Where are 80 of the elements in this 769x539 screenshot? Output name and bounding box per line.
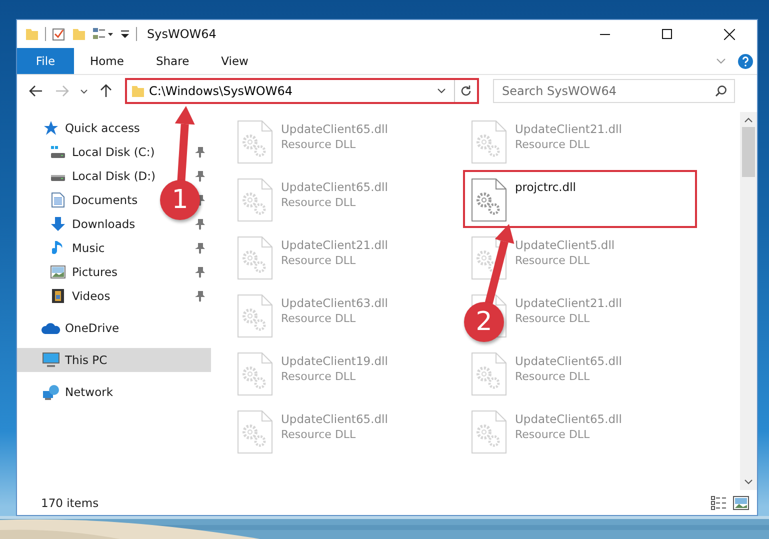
music-note-icon [52, 240, 64, 256]
nav-item[interactable]: Music [17, 236, 111, 260]
nav-item[interactable]: Network [17, 380, 120, 404]
dll-file-icon [237, 236, 273, 280]
large-icons-view-icon[interactable] [733, 496, 749, 510]
file-menu-tab[interactable]: File [17, 48, 74, 74]
scroll-thumb[interactable] [742, 127, 755, 177]
dll-file-icon [237, 352, 273, 396]
search-icon[interactable] [715, 85, 727, 97]
file-type: Resource DLL [281, 428, 357, 441]
nav-item[interactable]: Local Disk (C:) [17, 140, 161, 164]
film-icon [51, 288, 65, 304]
forward-arrow-icon [55, 85, 69, 97]
nav-item[interactable]: Pictures [17, 260, 124, 284]
pin-icon[interactable] [195, 266, 205, 278]
scroll-down-icon[interactable] [744, 479, 753, 485]
details-view-icon[interactable] [711, 496, 727, 510]
dll-file-icon [471, 178, 507, 222]
computer-icon [42, 352, 60, 368]
dll-file-icon [237, 410, 273, 454]
ribbon-tab[interactable]: Home [74, 48, 140, 74]
file-name[interactable]: projctrc.dll [515, 180, 576, 194]
minimize-icon [600, 33, 610, 35]
dll-file-icon [237, 178, 273, 222]
scrollbar[interactable] [740, 112, 757, 490]
file-type: Resource DLL [515, 312, 591, 325]
nav-item[interactable]: Downloads [17, 212, 142, 236]
search-field[interactable]: Search SysWOW64 [493, 79, 735, 103]
pin-icon[interactable] [195, 170, 205, 182]
nav-item[interactable]: Quick access [17, 116, 146, 140]
dll-file-icon [237, 120, 273, 164]
file-type: Resource DLL [281, 196, 357, 209]
window-title: SysWOW64 [147, 27, 218, 41]
drive-icon [50, 145, 66, 159]
nav-item[interactable]: Local Disk (D:) [17, 164, 162, 188]
dropdown-icon[interactable] [437, 88, 446, 94]
nav-item[interactable]: OneDrive [17, 316, 126, 340]
folder-icon [131, 84, 145, 98]
download-icon [50, 216, 66, 232]
ribbon-tab[interactable]: View [205, 48, 264, 74]
dll-file-icon [471, 352, 507, 396]
pictures-icon [50, 265, 66, 279]
pin-icon[interactable] [195, 242, 205, 254]
close-icon [724, 28, 734, 40]
address-bar[interactable]: C:\Windows\SysWOW64 [125, 78, 479, 104]
properties-icon[interactable] [52, 27, 66, 41]
file-type: Resource DLL [281, 138, 357, 151]
help-icon[interactable] [738, 54, 753, 68]
file-type: Resource DLL [281, 254, 357, 267]
file-item[interactable]: projctrc.dll [463, 170, 697, 228]
nav-item[interactable]: Documents [17, 188, 144, 212]
ribbon-tab[interactable]: Share [140, 48, 206, 74]
refresh-icon[interactable] [460, 85, 472, 97]
file-type: Resource DLL [281, 312, 357, 325]
dll-file-icon [237, 294, 273, 338]
file-type: Resource DLL [515, 370, 591, 383]
scroll-up-icon[interactable] [744, 117, 753, 123]
back-arrow-icon [29, 85, 43, 97]
file-type: Resource DLL [515, 428, 591, 441]
file-type: Resource DLL [515, 138, 591, 151]
up-arrow-icon [100, 84, 112, 98]
nav-item[interactable]: Videos [17, 284, 116, 308]
pin-icon[interactable] [195, 146, 205, 158]
item-count: 170 items [41, 496, 99, 510]
nav-item[interactable]: This PC [17, 348, 211, 372]
network-icon [42, 384, 60, 400]
cloud-icon [41, 322, 61, 334]
file-type: Resource DLL [515, 254, 591, 267]
maximize-icon [662, 29, 672, 39]
file-type: Resource DLL [281, 370, 357, 383]
document-icon [51, 192, 65, 208]
view-list-icon[interactable] [92, 27, 114, 41]
star-icon [43, 120, 59, 136]
chevron-down-icon [80, 88, 88, 94]
dropdown-icon[interactable] [120, 28, 130, 40]
pin-icon[interactable] [195, 290, 205, 302]
expand-ribbon-icon[interactable] [716, 58, 726, 64]
pin-icon[interactable] [195, 218, 205, 230]
dll-file-icon [471, 410, 507, 454]
dll-file-icon [471, 120, 507, 164]
